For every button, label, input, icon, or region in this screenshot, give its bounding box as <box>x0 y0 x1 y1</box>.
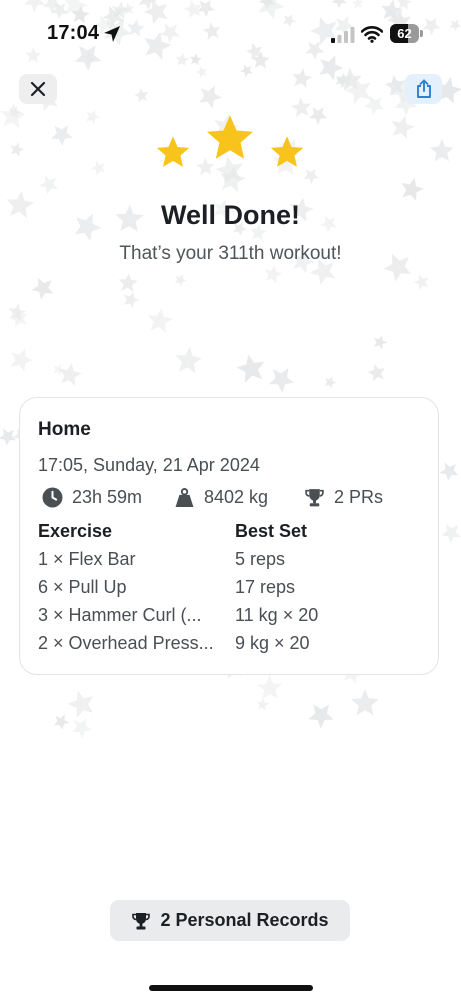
confetti-star <box>351 689 379 716</box>
confetti-star <box>373 335 388 350</box>
exercise-name: 3 × Hammer Curl (... <box>38 605 202 625</box>
trophy-icon <box>132 912 151 929</box>
confetti-star <box>335 74 349 88</box>
confetti-star <box>335 72 352 89</box>
exercise-best-set: 11 kg × 20 <box>235 605 319 625</box>
exercise-best-set: 5 reps <box>235 549 286 569</box>
star-icon <box>207 115 253 159</box>
confetti-star <box>123 291 140 309</box>
trophy-icon <box>305 488 324 506</box>
confetti-star <box>338 68 362 91</box>
cellular-signal-icon <box>331 27 355 43</box>
confetti-star <box>134 88 149 103</box>
volume-stat: 8402 kg <box>174 485 268 509</box>
wifi-icon <box>361 26 383 43</box>
battery-body: 62 <box>390 24 419 43</box>
confetti-star <box>308 704 334 729</box>
confetti-star <box>256 698 269 711</box>
close-button[interactable] <box>19 74 57 104</box>
confetti-star <box>257 675 282 700</box>
rating-stars <box>0 112 461 172</box>
share-button[interactable] <box>405 74 442 104</box>
exercise-row: 6 × Pull Up 17 reps <box>20 577 440 603</box>
confetti-star <box>384 74 406 96</box>
congrats-title: Well Done! <box>160 200 300 230</box>
exercise-best-set: 9 kg × 20 <box>235 633 310 653</box>
confetti-star <box>175 346 203 374</box>
duration-stat: 23h 59m <box>42 485 142 509</box>
confetti-star <box>344 76 371 105</box>
confetti-star <box>324 376 337 389</box>
best-set-column-header: Best Set <box>235 521 308 541</box>
confetti-star <box>367 363 385 382</box>
confetti-star <box>439 462 459 481</box>
confetti-star <box>8 303 26 321</box>
volume-value: 8402 kg <box>204 486 269 507</box>
star-icon <box>156 136 190 167</box>
weight-icon <box>175 487 194 507</box>
confetti-star <box>67 690 94 718</box>
confetti-star <box>441 524 461 544</box>
exercise-name: 2 × Overhead Press... <box>38 633 214 653</box>
confetti-star <box>53 714 70 730</box>
confetti-star <box>59 363 82 386</box>
confetti-star <box>31 277 54 300</box>
exercise-row: 3 × Hammer Curl (... 11 kg × 20 <box>20 605 440 631</box>
close-icon <box>30 81 46 97</box>
confetti-star <box>413 274 429 290</box>
confetti-star <box>236 354 265 383</box>
confetti-star <box>195 66 208 78</box>
status-bar: 17:04 62 <box>0 0 461 66</box>
exercise-row: 1 × Flex Bar 5 reps <box>20 549 440 575</box>
duration-value: 23h 59m <box>72 486 143 507</box>
confetti-star <box>292 68 312 88</box>
confetti-star <box>240 64 253 78</box>
confetti-star <box>10 348 34 372</box>
workout-title: Home <box>38 419 91 440</box>
confetti-star <box>174 274 187 287</box>
battery-icon: 62 <box>390 24 423 43</box>
confetti-star <box>199 85 223 109</box>
share-icon <box>416 79 431 98</box>
confetti-star <box>147 308 173 333</box>
location-arrow-icon <box>104 26 120 42</box>
personal-records-label: 2 Personal Records <box>160 910 329 930</box>
battery-level: 62 <box>397 26 412 41</box>
exercise-column-header: Exercise <box>38 521 113 541</box>
workout-datetime: 17:05, Sunday, 21 Apr 2024 <box>38 455 260 475</box>
confetti-star <box>9 309 28 328</box>
battery-cap <box>420 30 423 37</box>
confetti-star <box>0 428 16 446</box>
workout-count-subtitle: That’s your 311th workout! <box>119 243 342 264</box>
prs-stat: 2 PRs <box>304 485 383 509</box>
confetti-star <box>53 363 65 376</box>
confetti-star <box>118 273 138 292</box>
confetti-star <box>268 368 295 393</box>
exercise-name: 1 × Flex Bar <box>38 549 136 569</box>
exercise-best-set: 17 reps <box>235 577 296 597</box>
exercise-name: 6 × Pull Up <box>38 577 127 597</box>
home-indicator[interactable] <box>149 985 313 991</box>
confetti-star <box>39 175 58 195</box>
confetti-star <box>264 265 283 284</box>
prs-value: 2 PRs <box>334 486 384 507</box>
star-icon <box>270 136 304 167</box>
personal-records-button[interactable]: 2 Personal Records <box>110 900 350 941</box>
confetti-star <box>401 177 424 201</box>
exercise-row: 2 × Overhead Press... 9 kg × 20 <box>20 633 440 659</box>
confetti-star <box>71 718 92 739</box>
status-time: 17:04 <box>47 22 100 44</box>
clock-icon <box>42 487 63 507</box>
workout-summary-card[interactable]: Home 17:05, Sunday, 21 Apr 2024 23h 59m … <box>19 397 439 675</box>
